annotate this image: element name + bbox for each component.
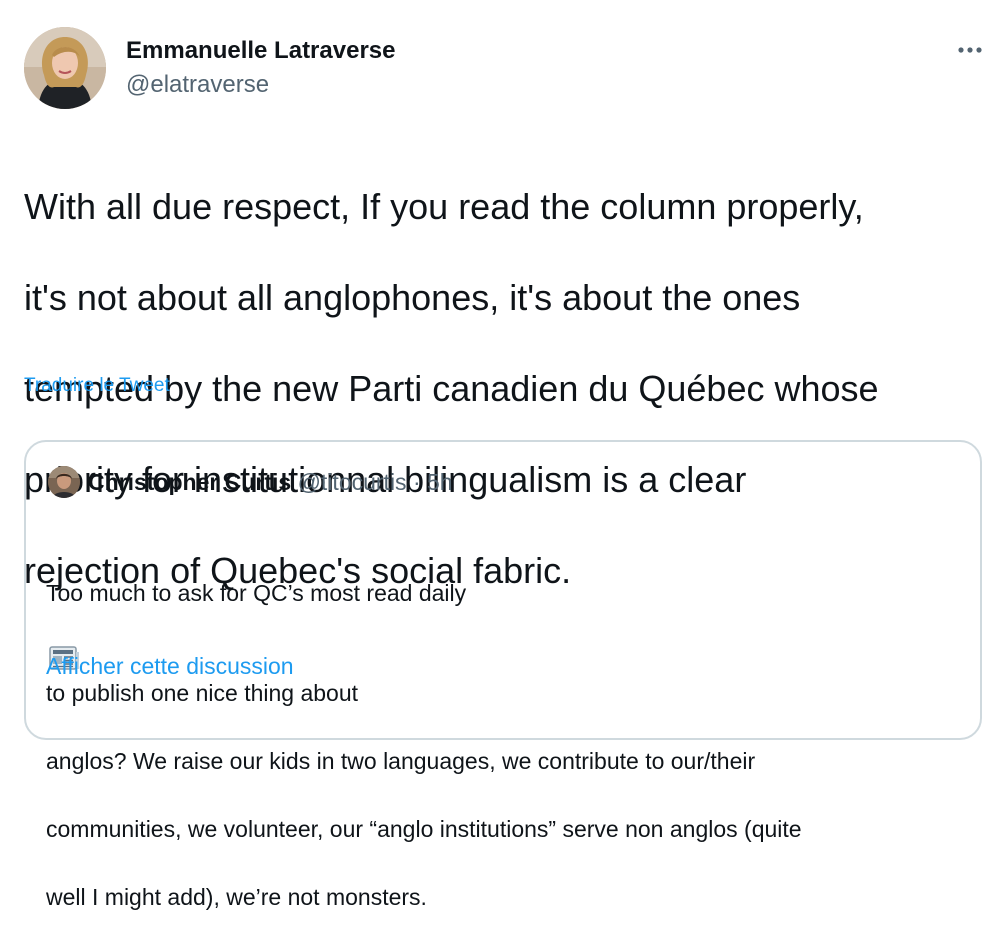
- newspaper-icon: [48, 610, 80, 670]
- more-dots-icon: [958, 47, 982, 53]
- translate-tweet-link[interactable]: Traduire le Tweet: [24, 374, 170, 398]
- quoted-tweet-header: Christopher Curtis @titocurtis · 5h: [88, 468, 453, 496]
- header-separator: ·: [412, 469, 421, 495]
- quoted-tweet-text: Too much to ask for QC’s most read daily…: [46, 508, 966, 948]
- tweet-text-line: With all due respect, If you read the co…: [24, 185, 864, 227]
- avatar-portrait-icon: [48, 466, 80, 498]
- tweet-text-line: it's not about all anglophones, it's abo…: [24, 276, 801, 318]
- quoted-tweet-card[interactable]: Christopher Curtis @titocurtis · 5h Too …: [24, 440, 982, 910]
- quoted-text-line: well I might add), we’re not monsters.: [46, 884, 427, 910]
- quoted-text-line: communities, we volunteer, our “anglo in…: [46, 816, 802, 842]
- quoted-text-segment: Too much to ask for QC’s most read daily: [46, 580, 467, 606]
- quoted-text-line: Too much to ask for QC’s most read daily…: [46, 542, 966, 710]
- author-avatar[interactable]: [24, 27, 106, 109]
- quoted-tweet-time[interactable]: 5h: [427, 469, 453, 495]
- avatar-portrait-icon: [24, 27, 106, 109]
- author-name[interactable]: Emmanuelle Latraverse: [126, 36, 395, 66]
- quoted-text-segment: to publish one nice thing about: [46, 680, 359, 706]
- author-handle[interactable]: @elatraverse: [126, 70, 269, 100]
- quoted-text-line: anglos? We raise our kids in two languag…: [46, 748, 756, 774]
- show-thread-link[interactable]: Afficher cette discussion: [46, 652, 294, 680]
- quoted-author-handle[interactable]: @titocurtis: [298, 469, 407, 495]
- quoted-author-name[interactable]: Christopher Curtis: [88, 469, 291, 495]
- more-options-button[interactable]: [950, 36, 990, 64]
- quoted-author-avatar[interactable]: [48, 466, 80, 498]
